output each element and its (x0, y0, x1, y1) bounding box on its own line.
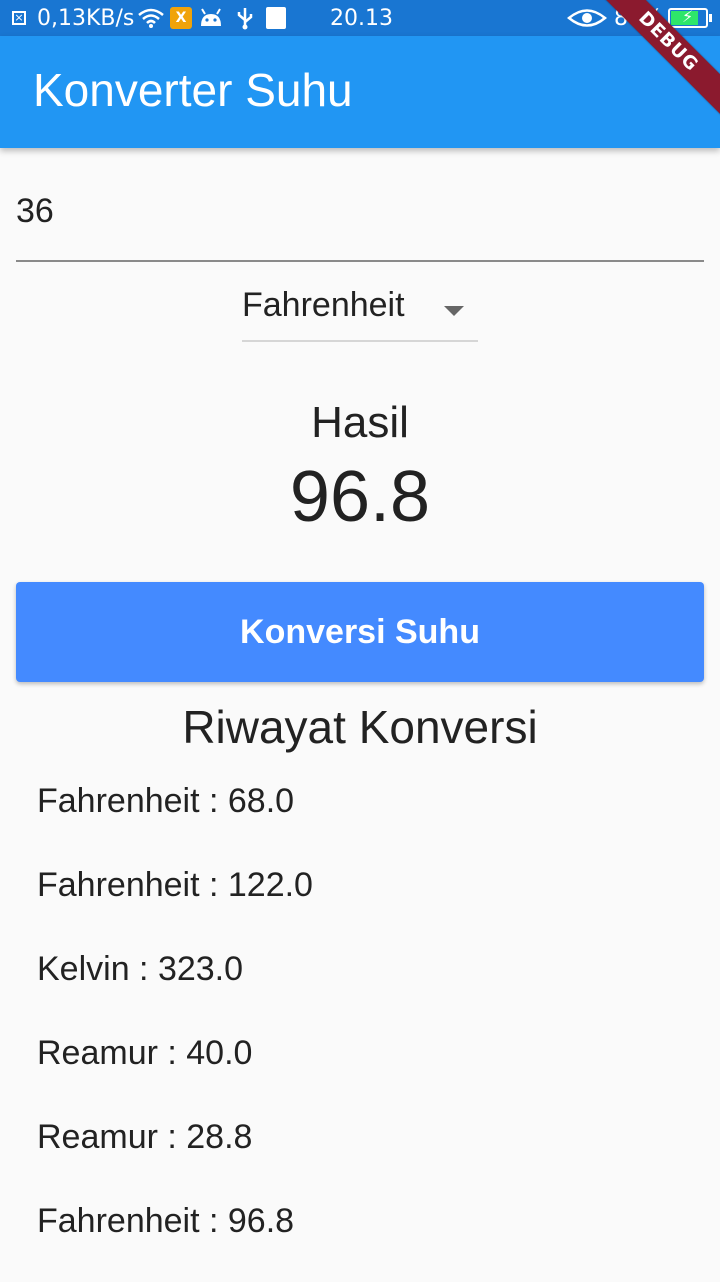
app-title: Konverter Suhu (33, 64, 353, 116)
clock: 20.13 (330, 5, 393, 31)
history-item: Reamur : 40.0 (37, 1034, 253, 1072)
history-title: Riwayat Konversi (182, 701, 538, 753)
network-speed: 0,13KB/s (37, 5, 135, 31)
convert-button[interactable]: Konversi Suhu (16, 582, 704, 682)
unit-dropdown-value[interactable]: Fahrenheit (242, 286, 405, 325)
app-bar: Konverter Suhu (0, 36, 720, 148)
android-icon (199, 0, 223, 36)
tool-icon: X (170, 0, 192, 36)
unit-dropdown[interactable]: Fahrenheit (242, 280, 478, 342)
wifi-icon (138, 0, 164, 36)
temperature-input[interactable]: 36 (16, 180, 704, 262)
result-value: 96.8 (289, 457, 431, 537)
history-item: Fahrenheit : 122.0 (37, 866, 313, 904)
dropdown-arrow-icon[interactable] (444, 306, 464, 316)
temperature-input-value[interactable]: 36 (16, 192, 54, 231)
image-icon (266, 0, 286, 36)
history-item: Kelvin : 323.0 (37, 950, 244, 988)
result-label: Hasil (311, 398, 409, 447)
eye-icon (567, 0, 607, 36)
close-box-icon: × (12, 0, 26, 36)
history-item: Fahrenheit : 68.0 (37, 782, 295, 820)
history-list: Fahrenheit : 68.0 Fahrenheit : 122.0 Kel… (37, 778, 697, 1282)
usb-icon (236, 0, 254, 36)
history-item: Fahrenheit : 96.8 (37, 1202, 295, 1240)
history-item: Reamur : 28.8 (37, 1118, 253, 1156)
